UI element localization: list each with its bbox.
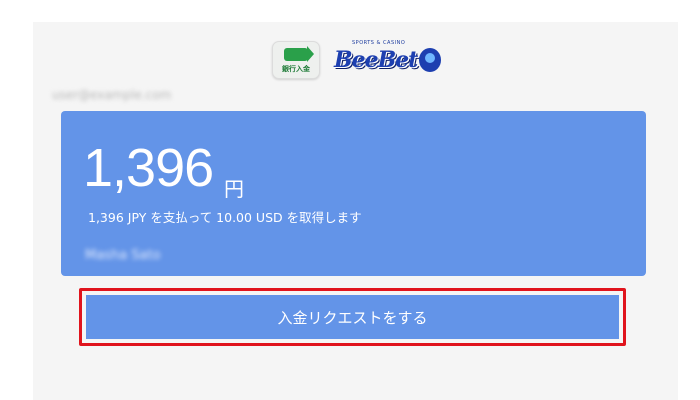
payment-amount: 1,396 (83, 138, 214, 198)
bank-transfer-icon: 銀行入金 (272, 41, 320, 79)
brand-name: BeeBet (334, 47, 418, 73)
arrow-icon (284, 46, 314, 62)
currency-suffix: 円 (224, 177, 244, 201)
user-email: user@example.com (52, 88, 172, 102)
bank-icon-label: 銀行入金 (282, 65, 310, 73)
beebet-logo: SPORTS & CASINO BeeBet (334, 40, 442, 78)
header-logos: 銀行入金 SPORTS & CASINO BeeBet (272, 40, 442, 80)
payment-description: 1,396 JPY を支払って 10.00 USD を取得します (88, 210, 362, 225)
highlight-outline: 入金リクエストをする (79, 288, 626, 346)
brand-tagline: SPORTS & CASINO (352, 40, 406, 46)
bee-mascot-icon (419, 48, 442, 72)
account-holder-name: Masha Sato (85, 248, 161, 263)
payment-summary-card: 1,396 円 1,396 JPY を支払って 10.00 USD を取得します… (61, 111, 646, 276)
submit-deposit-request-button[interactable]: 入金リクエストをする (86, 295, 619, 339)
